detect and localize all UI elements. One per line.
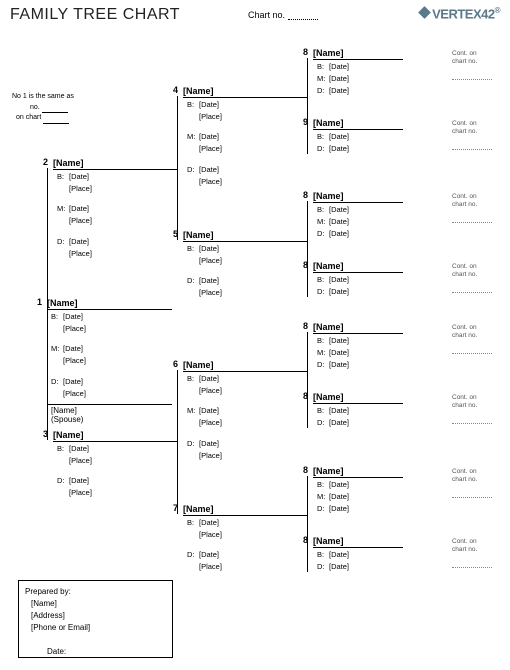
cont-note: Cont. on chart no. <box>452 193 492 223</box>
person-8: 8 [Name] Cont. on chart no. B:[Date] M:[… <box>313 48 498 96</box>
person-name: [Name] <box>313 191 403 203</box>
prepared-address: [Address] <box>31 610 166 622</box>
person-6: 6 [Name] B:[Date] [Place] M:[Date] [Plac… <box>183 360 308 461</box>
cont-note: Cont. on chart no. <box>452 263 492 293</box>
prepared-by-box: Prepared by: [Name] [Address] [Phone or … <box>18 580 173 658</box>
person-number: 8 <box>303 47 308 57</box>
tree-canvas: No 1 is the same as no. on chart 1 [Name… <box>0 36 510 670</box>
person-name: [Name] <box>53 430 178 442</box>
person-right-8: 8 [Name] Cont. on chart no. B:[Date] D:[… <box>313 536 498 572</box>
person-name: [Name] <box>183 86 308 98</box>
person-name: [Name] <box>313 118 403 130</box>
cont-note: Cont. on chart no. <box>452 324 492 354</box>
cont-note: Cont. on chart no. <box>452 120 492 150</box>
person-number: 8 <box>303 535 308 545</box>
continuation-note: No 1 is the same as no. on chart <box>12 92 74 124</box>
person-number: 1 <box>37 297 42 307</box>
person-number: 7 <box>173 503 178 513</box>
cont-note: Cont. on chart no. <box>452 394 492 424</box>
person-number: 3 <box>43 429 48 439</box>
person-right-3: 8 [Name] Cont. on chart no. B:[Date] M:[… <box>313 191 498 239</box>
chart-number-label: Chart no. <box>248 10 318 20</box>
person-right-6: 8 [Name] Cont. on chart no. B:[Date] D:[… <box>313 392 498 428</box>
person-name: [Name] <box>313 322 403 334</box>
person-number: 8 <box>303 260 308 270</box>
person-number: 8 <box>303 465 308 475</box>
person-name: [Name] <box>53 158 178 170</box>
prepared-by-label: Prepared by: <box>25 586 166 598</box>
prepared-name: [Name] <box>31 598 166 610</box>
person-number: 5 <box>173 229 178 239</box>
person-number: 8 <box>303 391 308 401</box>
person-3: 3 [Name] B:[Date] [Place] D:[Date] [Plac… <box>53 430 178 499</box>
vertex42-logo: VERTEX42® <box>420 6 500 21</box>
person-name: [Name] <box>313 536 403 548</box>
person-9: 9 [Name] Cont. on chart no. B:[Date] D:[… <box>313 118 498 154</box>
cont-note: Cont. on chart no. <box>452 538 492 568</box>
prepared-date: Date: <box>47 646 166 658</box>
person-7: 7 [Name] B:[Date] [Place] D:[Date] [Plac… <box>183 504 308 573</box>
prepared-contact: [Phone or Email] <box>31 622 166 634</box>
person-1: 1 [Name] B:[Date] [Place] M:[Date] [Plac… <box>47 298 172 399</box>
person-right-4: 8 [Name] Cont. on chart no. B:[Date] D:[… <box>313 261 498 297</box>
person-name: [Name] <box>183 360 308 372</box>
person-number: 9 <box>303 117 308 127</box>
person-number: 6 <box>173 359 178 369</box>
person-name: [Name] <box>313 466 403 478</box>
person-right-5: 8 [Name] Cont. on chart no. B:[Date] M:[… <box>313 322 498 370</box>
person-4: 4 [Name] B:[Date] [Place] M:[Date] [Plac… <box>183 86 308 187</box>
person-right-7: 8 [Name] Cont. on chart no. B:[Date] M:[… <box>313 466 498 514</box>
person-name: [Name] <box>313 261 403 273</box>
person-number: 4 <box>173 85 178 95</box>
person-number: 8 <box>303 190 308 200</box>
person-number: 2 <box>43 157 48 167</box>
person-name: [Name] <box>313 392 403 404</box>
person-name: [Name] <box>183 230 308 242</box>
person-2: 2 [Name] B:[Date] [Place] M:[Date] [Plac… <box>53 158 178 259</box>
person-name: [Name] <box>47 298 172 310</box>
person-5: 5 [Name] B:[Date] [Place] D:[Date] [Plac… <box>183 230 308 299</box>
cont-note: Cont. on chart no. <box>452 50 492 80</box>
person-name: [Name] <box>313 48 403 60</box>
person-name: [Name] <box>183 504 308 516</box>
cont-note: Cont. on chart no. <box>452 468 492 498</box>
spouse-box: [Name] (Spouse) <box>47 404 172 424</box>
person-number: 8 <box>303 321 308 331</box>
